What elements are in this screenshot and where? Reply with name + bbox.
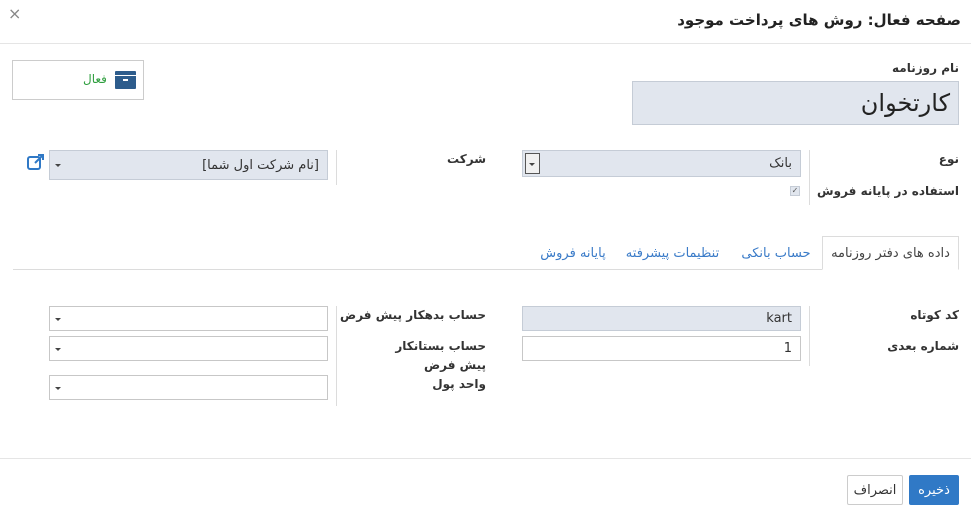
dialog-close-button[interactable]: × (8, 4, 21, 23)
type-dropdown-button[interactable] (525, 153, 540, 174)
chevron-down-icon (55, 164, 61, 167)
chevron-down-icon (55, 347, 61, 351)
chevron-down-icon (529, 162, 535, 166)
default-credit-account-select[interactable] (49, 336, 328, 361)
default-credit-account-label: حساب بستانکار پیش فرض (395, 339, 486, 372)
field-separator (809, 306, 810, 366)
default-debit-account-select[interactable] (49, 306, 328, 331)
company-label: شرکت (447, 152, 486, 166)
company-value: [نام شرکت اول شما] (202, 157, 319, 173)
default-debit-account-label: حساب بدهکار پیش فرض (340, 308, 486, 322)
next-number-label: شماره بعدی (887, 339, 959, 353)
archive-icon (115, 71, 136, 89)
save-button[interactable]: ذخیره (909, 475, 959, 505)
company-select[interactable]: [نام شرکت اول شما] (49, 150, 328, 180)
currency-label: واحد پول (432, 377, 486, 391)
header-divider (0, 43, 971, 44)
tab-bank-account[interactable]: حساب بانکی (735, 236, 817, 270)
tab-journal-data[interactable]: داده های دفتر روزنامه (822, 236, 959, 270)
short-code-input[interactable]: kart (522, 306, 801, 331)
type-label: نوع (938, 152, 959, 166)
active-status-label: فعال (83, 72, 107, 86)
company-separator (336, 150, 337, 185)
journal-name-label: نام روزنامه (892, 61, 959, 75)
external-link-icon[interactable] (27, 154, 45, 170)
field-separator (809, 150, 810, 205)
chevron-down-icon (55, 317, 61, 321)
type-select[interactable]: بانک (522, 150, 801, 177)
active-toggle-button[interactable]: فعال (12, 60, 144, 100)
tab-advanced-settings[interactable]: تنظیمات پیشرفته (620, 236, 725, 270)
pos-usage-checkbox[interactable]: ✓ (790, 186, 800, 196)
short-code-label: کد کوتاه (910, 308, 959, 322)
next-number-input[interactable]: 1 (522, 336, 801, 361)
field-separator (336, 306, 337, 406)
chevron-down-icon (55, 386, 61, 390)
journal-name-input[interactable]: کارتخوان (632, 81, 959, 125)
cancel-button[interactable]: انصراف (847, 475, 903, 505)
tab-point-of-sale[interactable]: پایانه فروش (534, 236, 612, 270)
footer-divider (0, 458, 971, 459)
pos-usage-label: استفاده در پایانه فروش (817, 184, 959, 198)
currency-select[interactable] (49, 375, 328, 400)
type-value: بانک (769, 156, 792, 171)
dialog-title: صفحه فعال: روش های پرداخت موجود (677, 11, 961, 29)
